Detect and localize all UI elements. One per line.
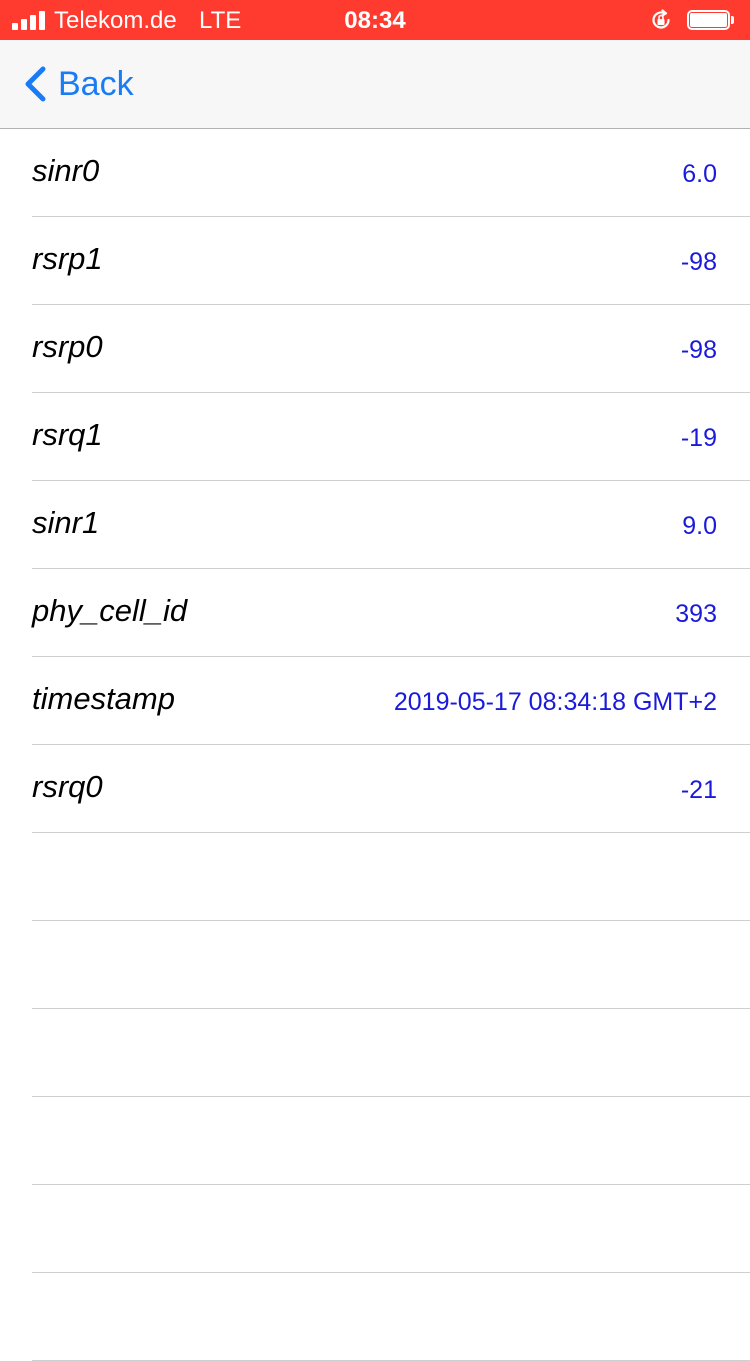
list-item[interactable]: rsrq0 -21 xyxy=(0,745,750,833)
row-label: rsrq1 xyxy=(32,417,103,452)
list-item[interactable]: phy_cell_id 393 xyxy=(0,569,750,657)
battery-icon xyxy=(687,10,734,30)
cell-info-list: sinr0 6.0 rsrp1 -98 rsrp0 -98 rsrq1 -19 … xyxy=(0,129,750,1361)
navigation-bar: Back xyxy=(0,40,750,129)
row-value: 6.0 xyxy=(682,160,717,188)
rotation-lock-icon xyxy=(652,9,670,29)
row-label: rsrp0 xyxy=(32,329,103,364)
empty-list-item xyxy=(0,1273,750,1361)
row-label: sinr1 xyxy=(32,505,100,540)
row-value: -98 xyxy=(680,336,717,364)
list-item[interactable]: sinr0 6.0 xyxy=(0,129,750,217)
empty-list-item xyxy=(0,1185,750,1273)
empty-list-item xyxy=(0,921,750,1009)
list-item[interactable]: rsrp1 -98 xyxy=(0,217,750,305)
list-item[interactable]: rsrp0 -98 xyxy=(0,305,750,393)
row-value: 9.0 xyxy=(682,512,717,540)
row-value: -19 xyxy=(680,424,717,452)
status-bar: Telekom.de LTE 08:34 xyxy=(0,0,750,40)
row-label: phy_cell_id xyxy=(32,593,188,628)
row-value: -98 xyxy=(680,248,717,276)
back-button[interactable]: Back xyxy=(22,40,134,128)
empty-list-item xyxy=(0,1009,750,1097)
row-label: timestamp xyxy=(32,681,175,716)
row-label: rsrq0 xyxy=(32,769,103,804)
empty-list-item xyxy=(0,833,750,921)
row-label: sinr0 xyxy=(32,153,100,188)
row-value: 2019-05-17 08:34:18 GMT+2 xyxy=(393,688,717,716)
chevron-left-icon xyxy=(25,66,46,102)
status-time: 08:34 xyxy=(344,7,406,34)
row-value: -21 xyxy=(680,776,717,804)
empty-list-item xyxy=(0,1097,750,1185)
list-item[interactable]: sinr1 9.0 xyxy=(0,481,750,569)
back-label: Back xyxy=(58,65,134,103)
row-value: 393 xyxy=(675,600,717,628)
row-label: rsrp1 xyxy=(32,241,103,276)
list-item[interactable]: timestamp 2019-05-17 08:34:18 GMT+2 xyxy=(0,657,750,745)
list-item[interactable]: rsrq1 -19 xyxy=(0,393,750,481)
